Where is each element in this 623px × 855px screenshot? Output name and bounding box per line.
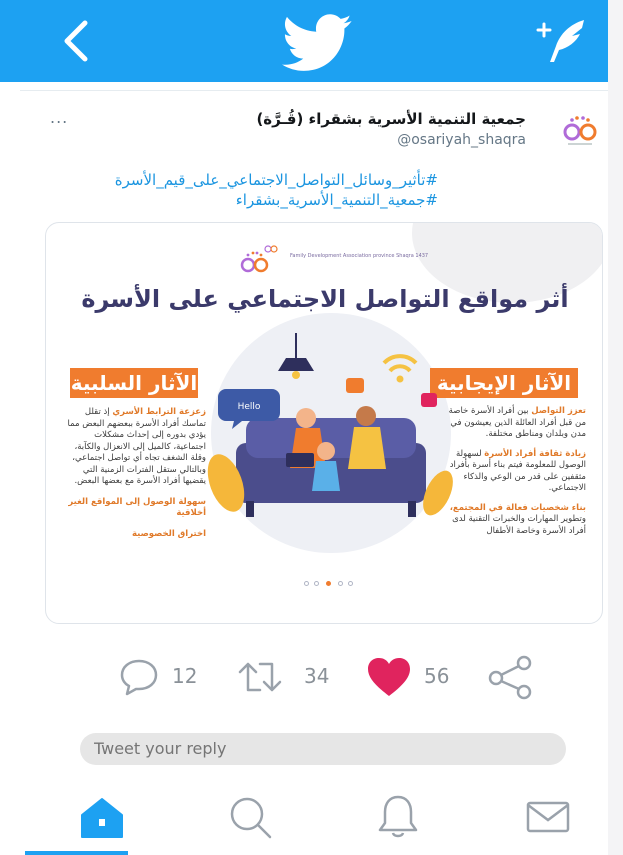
retweet-count: 34 xyxy=(304,664,330,688)
twitter-bird-icon xyxy=(278,14,358,72)
carousel-dot[interactable] xyxy=(304,581,309,586)
compose-button[interactable] xyxy=(534,16,590,68)
like-count: 56 xyxy=(424,664,450,688)
negative-effects-heading: الآثار السلبية xyxy=(70,368,198,398)
nav-messages[interactable] xyxy=(524,793,572,841)
tweet-text: #تأثير_وسائل_التواصل_الاجتماعي_على_قيم_ا… xyxy=(38,170,438,210)
top-app-bar xyxy=(0,0,608,82)
carousel-dot-active[interactable] xyxy=(326,581,331,586)
carousel-dot[interactable] xyxy=(314,581,319,586)
like-button[interactable]: 56 xyxy=(366,650,466,705)
nav-home[interactable] xyxy=(78,793,126,841)
organization-caption: Family Development Association province … xyxy=(290,253,429,259)
nav-search[interactable] xyxy=(226,793,274,841)
reply-input[interactable] xyxy=(80,733,566,765)
home-icon xyxy=(81,798,123,838)
nav-notifications[interactable] xyxy=(374,793,422,841)
retweet-icon xyxy=(238,662,282,692)
carousel-indicator xyxy=(304,578,354,588)
compose-plus-feather-icon xyxy=(536,20,584,62)
author-name[interactable]: جمعية التنمية الأسرية بشقراء (قُـرَّة) xyxy=(256,110,526,128)
list-item: سهولة الوصول إلى المواقع الغير أخلاقية xyxy=(68,496,206,519)
heart-icon xyxy=(368,658,410,696)
list-item: بناء شخصيات فعالة في المجتمع، وتطوير الم… xyxy=(449,502,586,536)
negative-effects-list: زعزعة الترابط الأسري إذ تقلل تماسك أفراد… xyxy=(64,407,206,549)
more-options-button[interactable]: ... xyxy=(50,108,68,127)
carousel-dot[interactable] xyxy=(338,581,343,586)
search-icon xyxy=(230,797,272,839)
list-item: اختراق الخصوصية xyxy=(131,528,206,539)
chevron-left-icon xyxy=(64,20,88,62)
active-tab-indicator xyxy=(25,851,128,855)
back-button[interactable] xyxy=(57,19,97,63)
tweet-actions: 12 34 56 xyxy=(0,650,608,705)
family-illustration: Hello xyxy=(207,333,453,517)
retweet-button[interactable]: 34 xyxy=(232,650,332,705)
positive-effects-list: تعزز التواصل بين أفراد الأسرة خاصة من قب… xyxy=(436,406,586,545)
author-handle[interactable]: @osariyah_shaqra xyxy=(397,132,526,148)
qurra-logo-icon xyxy=(240,245,278,273)
tweet-detail-screen: ... جمعية التنمية الأسرية بشقراء (قُـرَّ… xyxy=(0,0,608,855)
hashtag-link[interactable]: #جمعية_التنمية_الأسرية_بشقراء xyxy=(38,190,438,210)
screen-edge xyxy=(608,0,623,855)
infographic-title: أثر مواقع التواصل الاجتماعي على الأسرة xyxy=(81,285,569,313)
list-item: زعزعة الترابط الأسري إذ تقلل تماسك أفراد… xyxy=(67,407,206,486)
speech-bubble-text: Hello xyxy=(238,402,261,412)
hashtag-link[interactable]: #تأثير_وسائل_التواصل_الاجتماعي_على_قيم_ا… xyxy=(38,170,438,190)
reply-bubble-icon xyxy=(120,659,158,696)
reply-count: 12 xyxy=(172,664,198,688)
organization-logo: Family Development Association province … xyxy=(226,239,429,279)
bottom-navigation xyxy=(0,785,608,855)
list-item: زيادة ثقافة أفراد الأسرة لسهولة الوصول ل… xyxy=(449,448,586,494)
notifications-bell-icon xyxy=(378,795,418,838)
share-icon xyxy=(488,655,532,700)
divider xyxy=(20,90,608,91)
avatar[interactable] xyxy=(560,108,600,148)
tweet-image-card[interactable]: Family Development Association province … xyxy=(45,222,603,624)
messages-envelope-icon xyxy=(526,801,570,833)
share-button[interactable] xyxy=(486,650,536,705)
reply-button[interactable]: 12 xyxy=(118,650,208,705)
list-item: تعزز التواصل بين أفراد الأسرة خاصة من قب… xyxy=(448,406,586,439)
carousel-dot[interactable] xyxy=(348,581,353,586)
qurra-logo-icon xyxy=(563,116,597,145)
